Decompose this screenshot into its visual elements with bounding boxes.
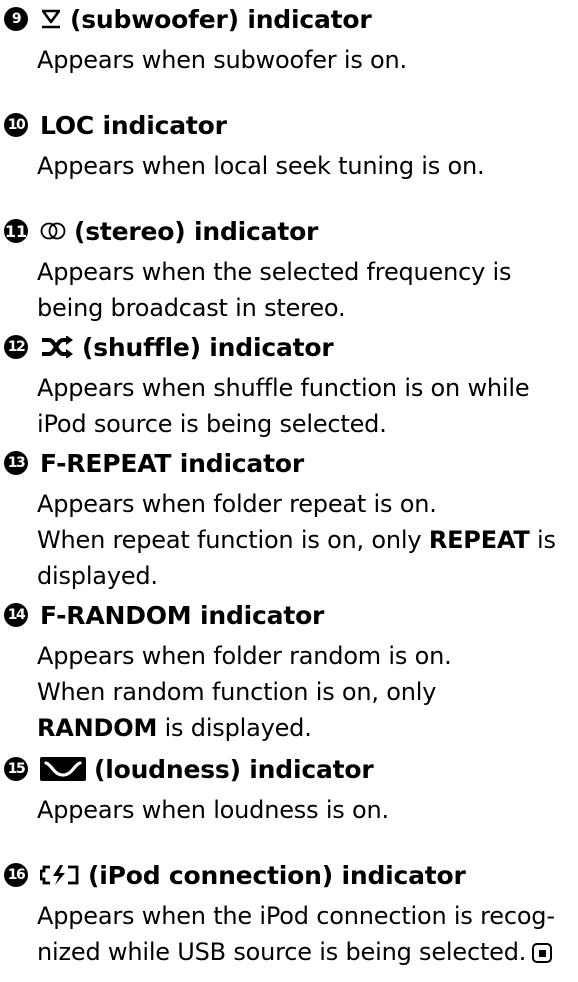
entry-heading: 10 LOC indicator [0,108,578,142]
entry-description: Appears when the selected frequency is b… [37,254,578,326]
description-line: Appears when loudness is on. [37,796,389,824]
heading-text: F-REPEAT indicator [40,448,304,478]
entry-heading: 11 (stereo) indicator [0,214,578,248]
entry-description: Appears when shuffle function is on whil… [37,370,578,442]
ipod-connection-icon [40,863,80,887]
number-badge: 12 [4,335,28,359]
heading-text: (iPod connection) indicator [88,860,466,890]
description-line: When repeat function is on, only REPEAT … [37,522,578,558]
description-text: is displayed. [157,714,312,742]
entry-f-random: 14 F-RANDOM indicator Appears when folde… [0,598,578,746]
description-line: being broadcast in stereo. [37,294,346,322]
entry-shuffle: 12 (shuffle) indicator Appears when shuf… [0,330,578,442]
entry-description: Appears when folder random is on. When r… [37,638,578,746]
description-line: iPod source is being selected. [37,410,387,438]
description-text: nized while USB source is being selected… [37,938,527,966]
entry-heading: 15 (loudness) indicator [0,752,578,786]
entry-description: Appears when loudness is on. [37,792,578,828]
description-line: Appears when folder repeat is on. [37,490,437,518]
description-line: Appears when local seek tuning is on. [37,152,485,180]
entry-heading: 9 (subwoofer) indicator [0,2,578,36]
description-line: RANDOM is displayed. [37,710,578,746]
entry-loc: 10 LOC indicator Appears when local seek… [0,108,578,184]
number-badge: 13 [4,451,28,475]
entry-heading: 12 (shuffle) indicator [0,330,578,364]
description-text: is [529,526,556,554]
description-line: displayed. [37,562,158,590]
entry-description: Appears when the iPod connection is reco… [37,898,578,970]
entry-stereo: 11 (stereo) indicator Appears when the s… [0,214,578,326]
subwoofer-icon [40,8,62,30]
entry-description: Appears when local seek tuning is on. [37,148,578,184]
number-badge: 10 [4,113,28,137]
entry-description: Appears when folder repeat is on. When r… [37,486,578,594]
number-badge: 14 [4,603,28,627]
random-label: RANDOM [37,714,158,742]
entry-loudness: 15 (loudness) indicator Appears when lou… [0,752,578,828]
description-line: When random function is on, only [37,678,437,706]
loudness-icon [40,757,86,781]
entry-description: Appears when subwoofer is on. [37,42,578,78]
description-line: Appears when the iPod connection is reco… [37,902,555,930]
entry-heading: 16 (iPod connection) indicator [0,858,578,892]
number-badge: 16 [4,863,28,887]
entry-ipod-connection: 16 (iPod connection) indicator Appears w… [0,858,578,970]
shuffle-icon [40,336,74,358]
description-text: When repeat function is on, only [37,526,429,554]
number-badge: 15 [4,757,28,781]
entry-heading: 14 F-RANDOM indicator [0,598,578,632]
entry-f-repeat: 13 F-REPEAT indicator Appears when folde… [0,446,578,594]
end-of-section-icon [532,943,553,963]
heading-text: (stereo) indicator [74,216,319,246]
heading-text: (shuffle) indicator [82,332,334,362]
stereo-icon [40,221,66,241]
description-line: Appears when the selected frequency is [37,258,512,286]
heading-text: LOC indicator [40,110,227,140]
description-line: nized while USB source is being selected… [37,934,578,970]
entry-subwoofer: 9 (subwoofer) indicator Appears when sub… [0,2,578,78]
description-line: Appears when subwoofer is on. [37,46,407,74]
heading-text: (loudness) indicator [94,754,374,784]
description-line: Appears when shuffle function is on whil… [37,374,530,402]
heading-text: F-RANDOM indicator [40,600,325,630]
entry-heading: 13 F-REPEAT indicator [0,446,578,480]
repeat-label: REPEAT [428,526,530,554]
description-line: Appears when folder random is on. [37,642,452,670]
manual-page: 9 (subwoofer) indicator Appears when sub… [0,0,578,982]
heading-text: (subwoofer) indicator [70,4,372,34]
number-badge: 11 [4,219,28,243]
number-badge: 9 [4,7,28,31]
